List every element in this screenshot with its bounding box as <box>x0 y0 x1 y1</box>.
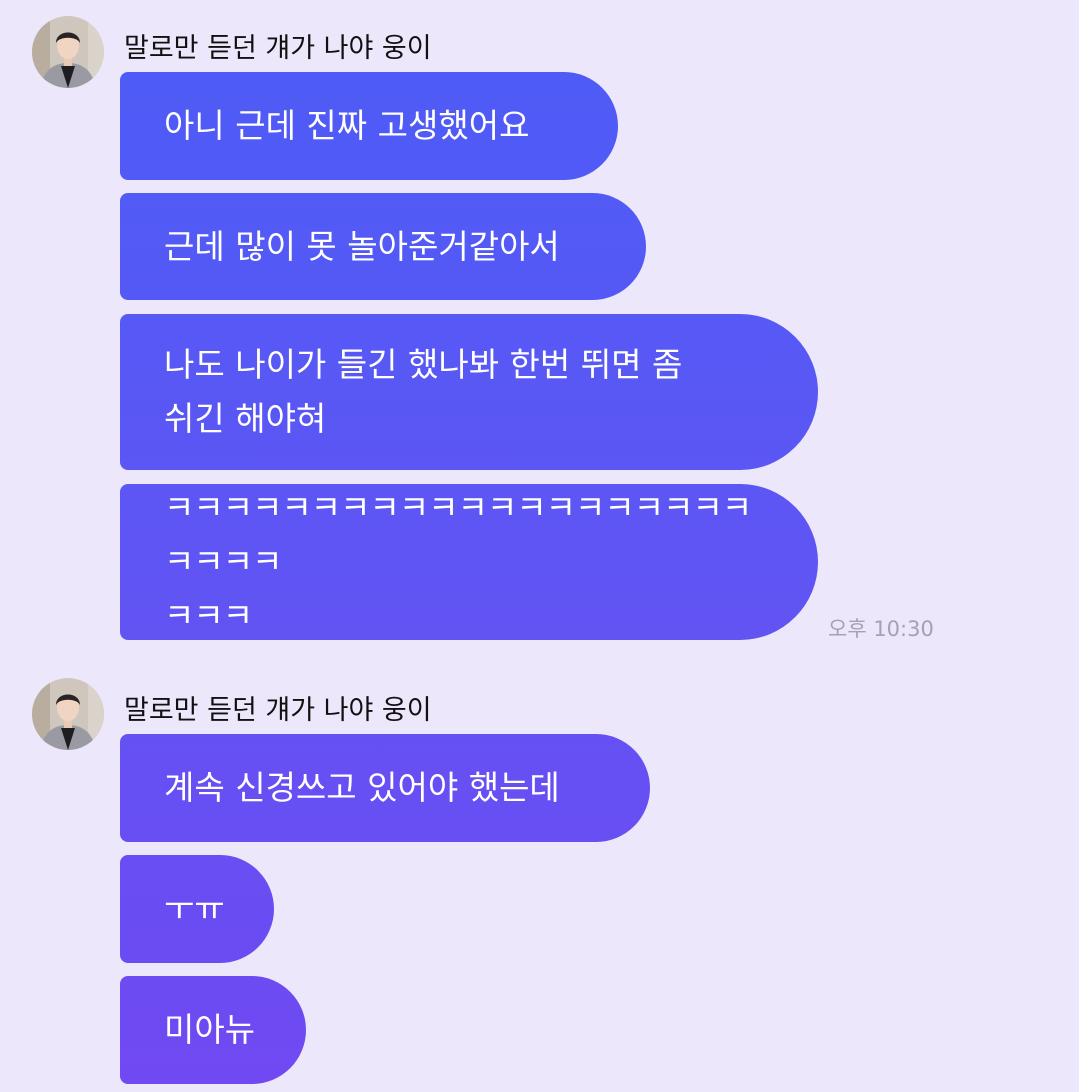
message-timestamp: 오후 10:30 <box>828 617 934 641</box>
profile-photo-avatar-icon <box>32 16 104 88</box>
sender-name: 말로만 듣던 걔가 나야 웅이 <box>124 33 432 64</box>
message-bubble[interactable]: 나도 나이가 들긴 했나봐 한번 뛰면 좀 쉬긴 해야혀 <box>120 314 818 470</box>
avatar[interactable] <box>32 16 104 88</box>
message-bubble[interactable]: 미아뉴 <box>120 976 306 1084</box>
avatar[interactable] <box>32 678 104 750</box>
message-bubble[interactable]: ㅋㅋㅋㅋㅋㅋㅋㅋㅋㅋㅋㅋㅋㅋㅋㅋㅋㅋㅋㅋㅋㅋㅋㅋ ㅋㅋㅋ <box>120 484 818 640</box>
message-bubble[interactable]: 아니 근데 진짜 고생했어요 <box>120 72 618 180</box>
sender-name: 말로만 듣던 걔가 나야 웅이 <box>124 695 432 726</box>
message-bubble[interactable]: ㅜㅠ <box>120 855 274 963</box>
message-bubble[interactable]: 계속 신경쓰고 있어야 했는데 <box>120 734 650 842</box>
message-bubble[interactable]: 근데 많이 못 놀아준거같아서 <box>120 193 646 300</box>
profile-photo-avatar-icon <box>32 678 104 750</box>
